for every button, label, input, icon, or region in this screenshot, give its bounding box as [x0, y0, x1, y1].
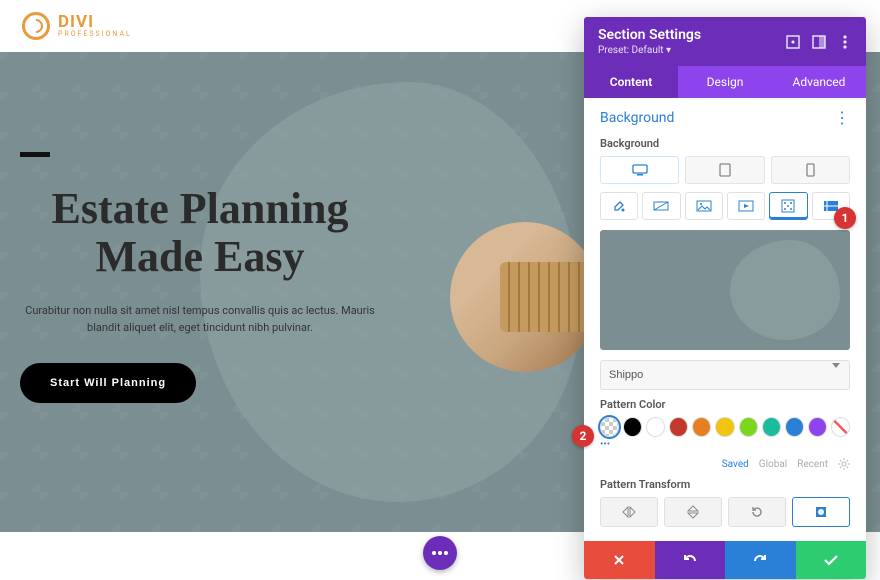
brand-tagline: PROFESSIONAL: [58, 31, 132, 38]
bg-gradient-tab[interactable]: [642, 192, 680, 220]
palette-recent[interactable]: Recent: [797, 459, 828, 470]
video-icon: [738, 200, 754, 212]
hero-title-line1: Estate Planning: [51, 184, 348, 233]
close-icon: [612, 553, 626, 567]
redo-button[interactable]: [725, 541, 796, 579]
device-desktop[interactable]: [600, 156, 679, 184]
panel-preset[interactable]: Preset: Default ▾: [598, 45, 701, 56]
swatch-blue[interactable]: [785, 417, 804, 437]
hero-title-line2: Made Easy: [96, 232, 305, 281]
transform-invert[interactable]: [792, 497, 850, 527]
swatch-red[interactable]: [669, 417, 688, 437]
swatch-transparent[interactable]: [600, 417, 619, 437]
annotation-badge-1: 1: [834, 207, 856, 229]
desktop-icon: [632, 164, 648, 176]
pattern-style-select[interactable]: Shippo: [600, 360, 850, 390]
tab-advanced[interactable]: Advanced: [772, 66, 866, 98]
phone-icon: [806, 163, 815, 177]
group-background[interactable]: Background: [600, 110, 674, 126]
panel-tabs: Content Design Advanced: [584, 66, 866, 98]
annotation-badge-2: 2: [572, 425, 594, 447]
flip-h-icon: [621, 506, 637, 518]
invert-icon: [814, 505, 828, 519]
panel-header[interactable]: Section Settings Preset: Default ▾: [584, 17, 866, 66]
tab-design[interactable]: Design: [678, 66, 772, 98]
transform-flip-v[interactable]: [664, 497, 722, 527]
group-options-icon[interactable]: ⋮: [834, 108, 850, 127]
snap-icon[interactable]: [812, 35, 826, 49]
swatch-none[interactable]: [831, 417, 850, 437]
accent-bar: [20, 152, 50, 157]
undo-icon: [682, 553, 698, 567]
preview-shape: [730, 240, 840, 340]
brand-name: DIVI: [58, 14, 132, 31]
page-settings-fab[interactable]: [423, 536, 457, 570]
close-button[interactable]: [584, 541, 655, 579]
device-phone[interactable]: [771, 156, 850, 184]
hero-body: Curabitur non nulla sit amet nisl tempus…: [20, 302, 380, 337]
transform-rotate-ccw[interactable]: [728, 497, 786, 527]
pattern-color-label: Pattern Color: [600, 398, 850, 411]
image-icon: [696, 200, 712, 212]
undo-button[interactable]: [655, 541, 726, 579]
panel-footer: [584, 541, 866, 579]
section-settings-panel: Section Settings Preset: Default ▾ Conte…: [584, 17, 866, 579]
gradient-icon: [653, 201, 669, 211]
pattern-color-swatches: [600, 417, 850, 437]
swatch-green[interactable]: [739, 417, 758, 437]
check-icon: [823, 554, 839, 566]
swatch-orange[interactable]: [692, 417, 711, 437]
transform-flip-h[interactable]: [600, 497, 658, 527]
pattern-icon: [781, 199, 795, 213]
swatch-more[interactable]: •••: [600, 439, 850, 450]
flip-v-icon: [687, 505, 699, 519]
background-label: Background: [600, 137, 850, 150]
swatch-white[interactable]: [646, 417, 665, 437]
hero-image: [450, 222, 600, 372]
palette-saved[interactable]: Saved: [722, 459, 749, 470]
rotate-ccw-icon: [750, 505, 764, 519]
bg-pattern-tab[interactable]: [769, 192, 807, 220]
device-tablet[interactable]: [685, 156, 764, 184]
bg-color-tab[interactable]: [600, 192, 638, 220]
tablet-icon: [719, 163, 731, 177]
tab-content[interactable]: Content: [584, 66, 678, 98]
palette-global[interactable]: Global: [759, 459, 787, 470]
swatch-purple[interactable]: [808, 417, 827, 437]
swatch-yellow[interactable]: [715, 417, 734, 437]
pattern-preview[interactable]: [600, 230, 850, 350]
gear-icon[interactable]: [838, 458, 850, 470]
swatch-teal[interactable]: [762, 417, 781, 437]
brand-logo[interactable]: DIVI PROFESSIONAL: [22, 12, 132, 40]
logo-mark-icon: [22, 12, 50, 40]
swatch-black[interactable]: [623, 417, 642, 437]
pattern-transform-label: Pattern Transform: [600, 478, 850, 491]
hero-title: Estate Planning Made Easy: [20, 185, 380, 282]
bg-video-tab[interactable]: [727, 192, 765, 220]
bg-image-tab[interactable]: [685, 192, 723, 220]
redo-icon: [752, 553, 768, 567]
start-will-button[interactable]: Start Will Planning: [20, 363, 196, 403]
save-button[interactable]: [796, 541, 867, 579]
more-icon[interactable]: [838, 35, 852, 49]
expand-icon[interactable]: [786, 35, 800, 49]
paint-icon: [612, 199, 626, 213]
panel-title: Section Settings: [598, 27, 701, 43]
